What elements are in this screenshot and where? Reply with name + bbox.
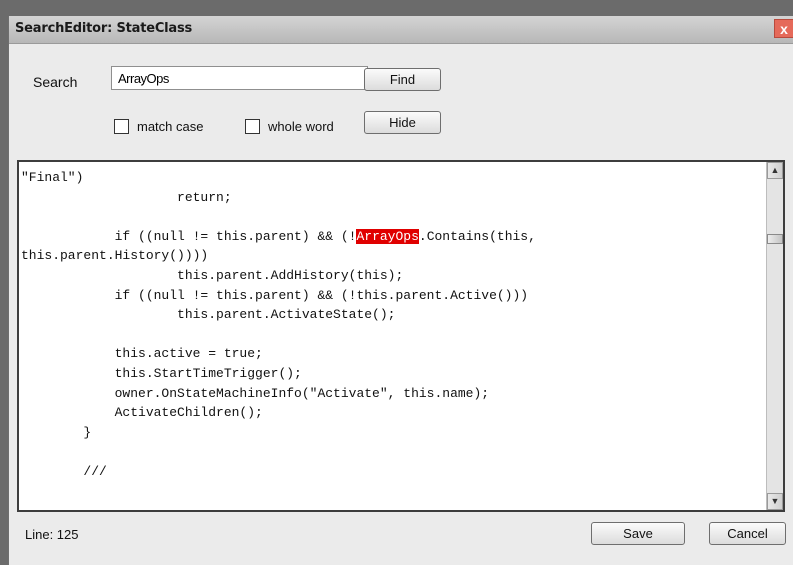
line-status: Line: 125 <box>25 527 79 542</box>
close-icon[interactable]: x <box>774 19 793 38</box>
find-button[interactable]: Find <box>364 68 441 91</box>
whole-word-checkbox[interactable] <box>245 119 260 134</box>
window-title: SearchEditor: StateClass <box>15 21 193 36</box>
match-case-label: match case <box>137 119 204 134</box>
match-case-checkbox[interactable] <box>114 119 129 134</box>
search-match-highlight: ArrayOps <box>356 228 419 244</box>
hide-button[interactable]: Hide <box>364 111 441 134</box>
scrollbar-thumb[interactable] <box>767 234 783 244</box>
search-editor-window: SearchEditor: StateClass x Search Find m… <box>8 16 793 565</box>
chevron-up-icon[interactable]: ▲ <box>767 162 783 179</box>
chevron-down-icon[interactable]: ▼ <box>767 493 783 510</box>
vertical-scrollbar[interactable]: ▲ ▼ <box>766 162 783 510</box>
title-bar[interactable]: SearchEditor: StateClass x <box>9 16 793 44</box>
code-text[interactable]: "Final") return; if ((null != this.paren… <box>21 168 536 482</box>
cancel-button[interactable]: Cancel <box>709 522 786 545</box>
whole-word-label: whole word <box>268 119 334 134</box>
code-editor[interactable]: "Final") return; if ((null != this.paren… <box>17 160 785 512</box>
search-input[interactable] <box>111 66 368 90</box>
save-button[interactable]: Save <box>591 522 685 545</box>
search-label: Search <box>33 74 78 90</box>
